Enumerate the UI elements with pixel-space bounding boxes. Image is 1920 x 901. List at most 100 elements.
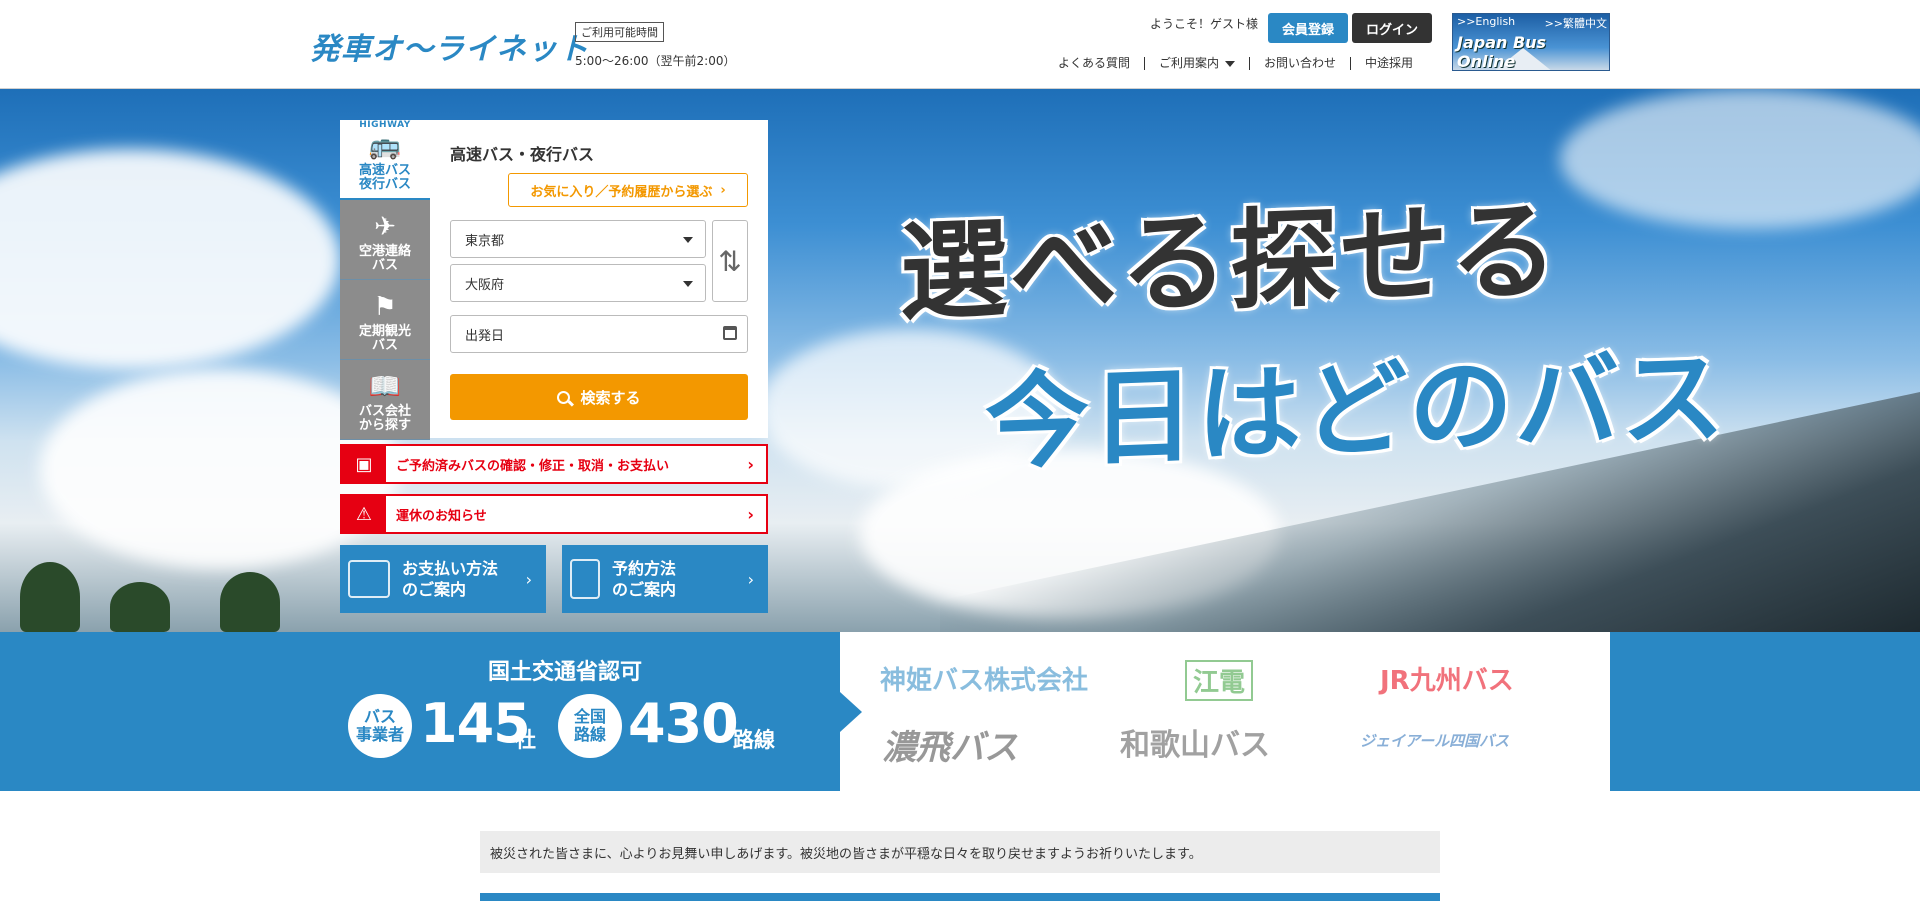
company-logo[interactable]: 和歌山バス: [1120, 720, 1270, 764]
tab-label: 定期観光: [358, 324, 411, 339]
english-link[interactable]: >>English: [1457, 15, 1515, 31]
hero-banner: 選べる探せる 今日はどのバス: [0, 89, 1920, 632]
search-panel: 高速バス・夜行バス お気に入り／予約履歴から選ぶ › 東京都 大阪府 ⇅ 出発日…: [430, 120, 768, 438]
disaster-notice: 被災された皆さまに、心よりお見舞い申しあげます。被災地の皆さまが平穏な日々を取り…: [480, 831, 1440, 873]
operators-badge: バス 事業者: [348, 694, 412, 758]
company-logo[interactable]: 神姫バス株式会社: [880, 660, 1088, 697]
departure-date-input[interactable]: 出発日: [450, 315, 748, 353]
nav-guide-label: ご利用案内: [1159, 56, 1220, 70]
company-logo[interactable]: 濃飛バス: [882, 720, 1018, 769]
chevron-right-icon: ›: [747, 504, 754, 524]
payment-guide-link[interactable]: お支払い方法 のご案内 ›: [340, 545, 546, 613]
routes-label-1: 全国: [573, 707, 606, 726]
hours-label: ご利用可能時間: [575, 22, 664, 42]
bus-company-logos: 神姫バス株式会社 江電 JR九州バス 濃飛バス 和歌山バス ジェイアール四国バス: [840, 632, 1610, 791]
booking-guide-link[interactable]: 予約方法 のご案内 ›: [562, 545, 768, 613]
chevron-down-icon: [683, 237, 693, 243]
nav-faq[interactable]: よくある質問: [1058, 56, 1146, 70]
favorites-history-button[interactable]: お気に入り／予約履歴から選ぶ ›: [508, 173, 748, 207]
nav-recruit[interactable]: 中途採用: [1351, 57, 1427, 70]
company-name: ジェイアール四国バス: [1360, 732, 1510, 750]
tab-highway-bus[interactable]: HIGHWAY 🚌 高速バス 夜行バス: [340, 120, 430, 200]
company-logo[interactable]: 江電: [1185, 660, 1254, 701]
search-button-label: 検索する: [580, 388, 641, 407]
arrival-value: 大阪府: [465, 277, 505, 293]
tab-label: バス会社: [358, 404, 411, 419]
flag-icon: ⚑: [373, 292, 397, 322]
routes-badge: 全国 路線: [558, 694, 622, 758]
register-button[interactable]: 会員登録: [1268, 13, 1348, 43]
suspension-notice-link[interactable]: ⚠ 運休のお知らせ ›: [340, 494, 768, 534]
company-name: 濃飛バス: [882, 728, 1018, 768]
site-logo[interactable]: 発車オ〜ライネット: [310, 24, 589, 68]
bus-icon: 🚌: [368, 131, 402, 161]
reservation-check-link[interactable]: ▣ ご予約済みバスの確認・修正・取消・お支払い ›: [340, 444, 768, 484]
chevron-right-icon: ›: [747, 454, 754, 474]
tree: [110, 582, 170, 632]
tab-label: バス: [371, 338, 398, 353]
section-bar: [480, 893, 1440, 901]
cloud: [1560, 89, 1920, 229]
routes-unit: 路線: [733, 728, 775, 752]
tab-sightseeing-bus[interactable]: ⚑ 定期観光 バス: [340, 280, 430, 360]
tab-label: から探す: [358, 418, 411, 433]
tab-label: 空港連絡: [358, 244, 411, 259]
smartphone-icon: [570, 559, 600, 599]
japan-bus-online-banner[interactable]: >>English >>繁體中文 Japan Bus Online: [1452, 13, 1610, 71]
nav-recruit-label: 中途採用: [1365, 56, 1414, 70]
tab-bus-company[interactable]: 📖 バス会社 から探す: [340, 360, 430, 440]
swap-button[interactable]: ⇅: [712, 220, 748, 302]
arrival-select[interactable]: 大阪府: [450, 264, 706, 302]
chinese-link[interactable]: >>繁體中文: [1545, 15, 1607, 31]
suspension-link-label: 運休のお知らせ: [396, 508, 487, 524]
departure-value: 東京都: [465, 233, 505, 249]
departure-select[interactable]: 東京都: [450, 220, 706, 258]
chevron-down-icon: [1225, 60, 1236, 67]
company-name: 江電: [1193, 668, 1246, 698]
search-button[interactable]: 検索する: [450, 374, 748, 420]
tab-label: 夜行バス: [358, 177, 411, 192]
favorites-button-label: お気に入り／予約履歴から選ぶ: [530, 184, 713, 200]
swap-arrows-icon: ⇅: [718, 244, 742, 278]
operators-label-1: バス: [363, 707, 396, 726]
payment-line-2: のご案内: [402, 580, 467, 599]
airplane-bus-icon: ✈: [374, 212, 396, 242]
search-tabs: HIGHWAY 🚌 高速バス 夜行バス ✈ 空港連絡 バス ⚑ 定期観光 バス …: [340, 120, 430, 440]
company-logo[interactable]: JR九州バス: [1380, 660, 1514, 697]
chevron-right-icon: ›: [720, 182, 726, 198]
hero-headline-2: 今日はどのバス: [985, 336, 1728, 484]
stats-arrow: [840, 692, 862, 732]
tree: [20, 562, 80, 632]
search-icon: [557, 390, 571, 404]
warning-icon: ⚠: [342, 496, 386, 532]
payment-line-1: お支払い方法: [402, 559, 499, 578]
routes-label-2: 路線: [573, 725, 606, 744]
nav-guide[interactable]: ご利用案内: [1145, 56, 1251, 70]
company-name: JR九州バス: [1380, 666, 1514, 696]
operators-count: 145: [420, 692, 531, 755]
tab-label: 高速バス: [358, 163, 411, 178]
nav-faq-label: よくある質問: [1058, 56, 1131, 70]
payment-guide-label: お支払い方法 のご案内: [402, 558, 526, 600]
login-button[interactable]: ログイン: [1352, 13, 1432, 43]
panel-title: 高速バス・夜行バス: [450, 145, 595, 164]
nav-contact[interactable]: お問い合わせ: [1250, 57, 1352, 70]
company-name: 和歌山バス: [1120, 728, 1270, 763]
welcome-text: ようこそ！ゲスト様: [1150, 17, 1259, 31]
chevron-right-icon: ›: [747, 569, 754, 589]
tab-airport-bus[interactable]: ✈ 空港連絡 バス: [340, 200, 430, 280]
operators-label-2: 事業者: [355, 725, 404, 744]
booking-guide-label: 予約方法 のご案内: [612, 558, 748, 600]
date-placeholder: 出発日: [465, 328, 505, 344]
booking-line-2: のご案内: [612, 580, 677, 599]
reservation-link-label: ご予約済みバスの確認・修正・取消・お支払い: [396, 458, 670, 474]
company-logo[interactable]: ジェイアール四国バス: [1360, 730, 1509, 751]
certification-stats: 国土交通省認可 バス 事業者 145 社 全国 路線 430 路線: [340, 632, 840, 791]
stats-title: 国土交通省認可: [487, 660, 642, 685]
chevron-down-icon: [683, 281, 693, 287]
tab-label: バス: [371, 258, 398, 273]
calendar-icon[interactable]: [723, 326, 737, 340]
company-name: 神姫バス株式会社: [880, 666, 1089, 696]
banner-title: Japan Bus Online: [1457, 33, 1547, 71]
cloud: [0, 149, 340, 369]
